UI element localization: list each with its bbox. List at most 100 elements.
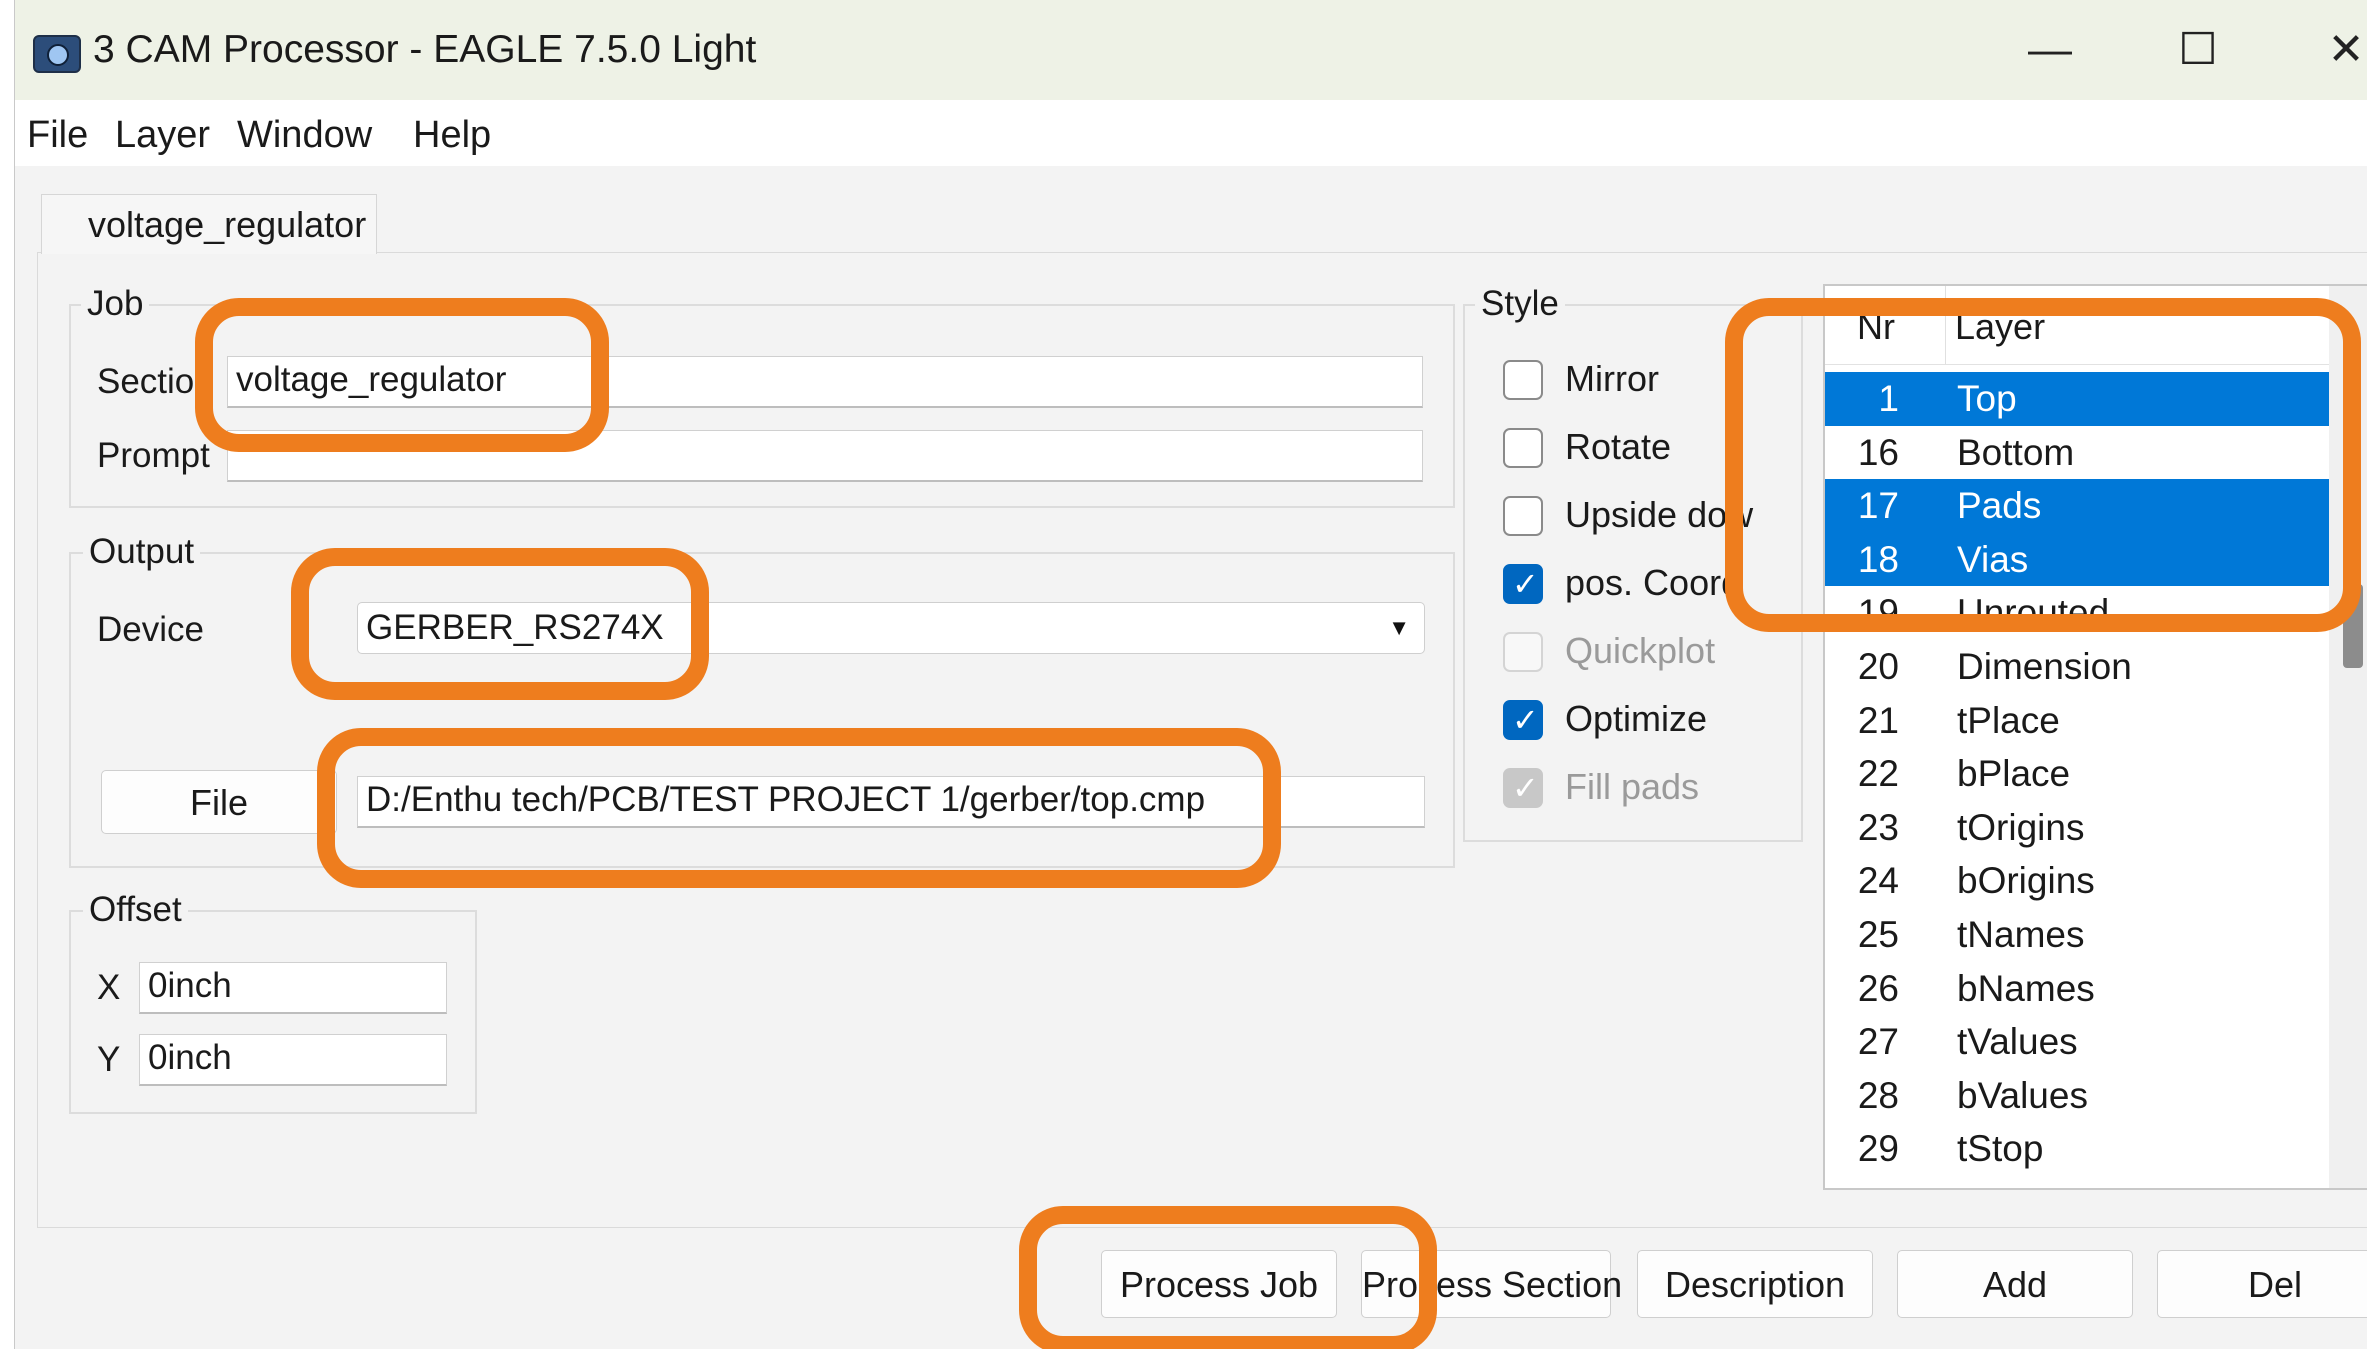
layer-row[interactable]: 21 tPlace bbox=[1825, 694, 2329, 748]
maximize-button[interactable]: ☐ bbox=[2153, 18, 2243, 82]
layer-row[interactable]: 16 Bottom bbox=[1825, 426, 2329, 480]
layer-row[interactable]: 26 bNames bbox=[1825, 962, 2329, 1016]
upside-down-label: Upside dow bbox=[1565, 494, 1754, 535]
layer-nr: 23 bbox=[1857, 806, 1899, 848]
layer-nr: 30 bbox=[1858, 1176, 1899, 1188]
layer-name: Top bbox=[1957, 378, 2017, 419]
layer-name: Pads bbox=[1957, 485, 2042, 527]
layer-name: tNames bbox=[1957, 914, 2085, 955]
nr-column-header[interactable]: Nr bbox=[1857, 306, 1895, 348]
layer-name: tOrigins bbox=[1957, 806, 2085, 848]
optimize-checkbox[interactable]: ✓ bbox=[1503, 700, 1543, 740]
layer-list[interactable]: Nr Layer ^ 1 Top 16 Bottom 17 Pads 18 Vias 19 Unr… bbox=[1823, 284, 2367, 1190]
process-section-button[interactable]: Process Section bbox=[1361, 1250, 1622, 1318]
layer-row[interactable]: 18 Vias bbox=[1825, 532, 2329, 587]
dropdown-arrow-icon: ▼ bbox=[1388, 615, 1410, 640]
device-label: Device bbox=[97, 610, 204, 649]
menu-layer[interactable]: Layer bbox=[115, 114, 210, 157]
layer-row[interactable]: 29 tStop bbox=[1825, 1122, 2329, 1176]
layer-name: bValues bbox=[1957, 1074, 2088, 1116]
file-button[interactable]: File bbox=[101, 770, 337, 834]
layer-name: bNames bbox=[1957, 967, 2095, 1009]
layer-nr: 18 bbox=[1857, 538, 1899, 580]
mirror-checkbox[interactable] bbox=[1503, 360, 1543, 400]
layer-name: Bottom bbox=[1957, 431, 2075, 473]
layer-name: bStop bbox=[1957, 1176, 2054, 1188]
layer-row[interactable]: 19 Unrouted bbox=[1825, 586, 2329, 640]
layer-name: tPlace bbox=[1957, 699, 2060, 741]
layer-row[interactable]: 30 bStop bbox=[1825, 1176, 2329, 1188]
sort-up-icon: ^ bbox=[1893, 284, 1904, 297]
layer-column-header[interactable]: Layer bbox=[1955, 306, 2045, 348]
offset-x-field[interactable]: 0inch bbox=[139, 962, 447, 1014]
style-group-title: Style bbox=[1475, 284, 1565, 324]
job-group-title: Job bbox=[81, 284, 150, 324]
prompt-field[interactable] bbox=[227, 430, 1423, 482]
title-bar: 3 CAM Processor - EAGLE 7.5.0 Light — ☐ … bbox=[15, 0, 2367, 100]
menu-help[interactable]: Help bbox=[413, 114, 491, 157]
optimize-label: Optimize bbox=[1565, 698, 1708, 739]
fill-pads-label: Fill pads bbox=[1565, 766, 1700, 807]
layer-nr: 20 bbox=[1857, 646, 1899, 687]
layer-row[interactable]: 20 Dimension bbox=[1825, 640, 2329, 694]
layer-name: Vias bbox=[1957, 538, 2029, 580]
quickplot-label: Quickplot bbox=[1565, 630, 1716, 671]
rotate-checkbox[interactable] bbox=[1503, 428, 1543, 468]
layer-nr: 22 bbox=[1857, 753, 1899, 795]
del-button[interactable]: Del bbox=[2157, 1250, 2367, 1318]
cam-processor-window: 3 CAM Processor - EAGLE 7.5.0 Light — ☐ … bbox=[14, 0, 2367, 1349]
output-file-field[interactable]: D:/Enthu tech/PCB/TEST PROJECT 1/gerber/… bbox=[357, 776, 1425, 828]
layer-nr: 27 bbox=[1857, 1021, 1899, 1063]
scrollbar-thumb[interactable] bbox=[2343, 584, 2363, 668]
check-icon: ✓ bbox=[1512, 702, 1539, 738]
layer-row[interactable]: 1 Top bbox=[1825, 372, 2329, 426]
layer-name: bOrigins bbox=[1957, 860, 2095, 902]
upside-down-checkbox[interactable] bbox=[1503, 496, 1543, 536]
section-label: Section bbox=[97, 362, 214, 401]
layer-name: tValues bbox=[1957, 1021, 2078, 1063]
check-icon: ✓ bbox=[1512, 566, 1539, 602]
layer-row[interactable]: 17 Pads bbox=[1825, 479, 2329, 533]
add-button[interactable]: Add bbox=[1897, 1250, 2133, 1318]
rotate-label: Rotate bbox=[1565, 426, 1672, 467]
layer-row[interactable]: 25 tNames bbox=[1825, 908, 2329, 962]
layer-row[interactable]: 28 bValues bbox=[1825, 1069, 2329, 1123]
layer-row[interactable]: 27 tValues bbox=[1825, 1015, 2329, 1069]
layer-row[interactable]: 24 bOrigins bbox=[1825, 854, 2329, 908]
description-button[interactable]: Description bbox=[1637, 1250, 1873, 1318]
pos-coord-label: pos. Coord bbox=[1565, 562, 1742, 603]
menu-file[interactable]: File bbox=[27, 114, 88, 157]
close-button[interactable]: ✕ bbox=[2301, 18, 2367, 82]
layer-name: bPlace bbox=[1957, 753, 2071, 795]
layer-nr: 29 bbox=[1857, 1128, 1899, 1170]
layer-nr: 16 bbox=[1857, 431, 1899, 473]
process-job-button[interactable]: Process Job bbox=[1101, 1250, 1337, 1318]
offset-y-label: Y bbox=[97, 1040, 121, 1079]
layer-nr: 25 bbox=[1857, 914, 1899, 955]
layer-name: Unrouted bbox=[1957, 592, 2110, 634]
layer-nr: 24 bbox=[1857, 860, 1899, 902]
tab-voltage-regulator[interactable]: voltage_regulator bbox=[41, 194, 377, 254]
layer-list-header: Nr Layer ^ bbox=[1825, 286, 2329, 365]
layer-nr: 21 bbox=[1857, 699, 1899, 741]
minimize-button[interactable]: — bbox=[2005, 18, 2095, 82]
window-title: 3 CAM Processor - EAGLE 7.5.0 Light bbox=[93, 28, 757, 71]
mirror-label: Mirror bbox=[1565, 358, 1659, 399]
offset-y-field[interactable]: 0inch bbox=[139, 1034, 447, 1086]
layer-list-scrollbar[interactable] bbox=[2329, 286, 2367, 1188]
layer-row[interactable]: 22 bPlace bbox=[1825, 747, 2329, 801]
section-field[interactable]: voltage_regulator bbox=[227, 356, 1423, 408]
device-dropdown[interactable]: GERBER_RS274X ▼ bbox=[357, 602, 1425, 654]
camera-app-icon bbox=[33, 35, 81, 73]
layer-nr: 28 bbox=[1857, 1074, 1899, 1116]
layer-nr: 19 bbox=[1857, 592, 1899, 634]
layer-row[interactable]: 23 tOrigins bbox=[1825, 801, 2329, 855]
quickplot-checkbox bbox=[1503, 632, 1543, 672]
layer-nr: 17 bbox=[1857, 485, 1899, 527]
prompt-label: Prompt bbox=[97, 436, 210, 475]
layer-name: tStop bbox=[1957, 1128, 2044, 1170]
pos-coord-checkbox[interactable]: ✓ bbox=[1503, 564, 1543, 604]
offset-group-title: Offset bbox=[83, 890, 188, 930]
menu-window[interactable]: Window bbox=[237, 114, 372, 157]
layer-nr: 26 bbox=[1857, 967, 1899, 1009]
